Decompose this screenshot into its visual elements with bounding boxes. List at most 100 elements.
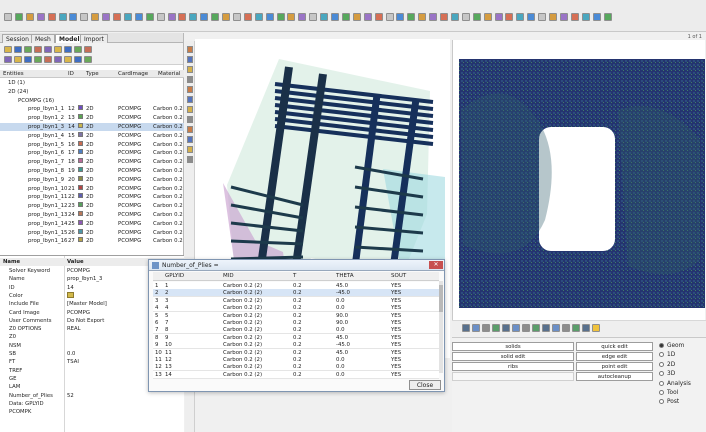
ply-scrollbar[interactable] [439, 281, 443, 373]
toolbar-icon-47[interactable] [505, 13, 514, 21]
toolbar-icon-1[interactable] [4, 13, 12, 21]
toolbar-icon-42[interactable] [450, 13, 459, 21]
toolbar-icon-19[interactable] [200, 13, 209, 21]
toolbar-icon-25[interactable] [265, 13, 274, 21]
toolbar-icon-51[interactable] [549, 13, 557, 21]
ribs-button[interactable]: ribs [452, 362, 574, 371]
left-tool-icon-12[interactable] [24, 56, 32, 63]
radio-analysis[interactable]: Analysis [659, 380, 691, 387]
entity-row[interactable]: prop_lbyn1_7 18 2D PCOMPG Carbon 0.2 [0, 158, 184, 166]
toolbar-icon-10[interactable] [102, 13, 111, 21]
toolbar-icon-26[interactable] [276, 13, 285, 21]
entity-row[interactable]: prop_lbyn1_10 21 2D PCOMPG Carbon 0.2 [0, 184, 184, 193]
radio-3d[interactable]: 3D [659, 371, 675, 377]
toolbar-icon-43[interactable] [461, 13, 470, 21]
property-row[interactable]: Data: GPLYID [0, 400, 184, 408]
toolbar-icon-54[interactable] [581, 13, 590, 21]
display-tool-icon-12[interactable] [572, 324, 580, 332]
toolbar-icon-27[interactable] [287, 13, 296, 21]
toolbar-icon-37[interactable] [396, 13, 405, 21]
entity-row[interactable]: prop_lbyn1_6 17 2D PCOMPG Carbon 0.2 [0, 149, 184, 157]
toolbar-icon-49[interactable] [527, 13, 536, 21]
entity-row[interactable]: 2D (24) [0, 88, 184, 96]
entity-row[interactable]: PCOMPG (16) [0, 97, 184, 105]
left-tool-icon-9[interactable] [84, 46, 92, 53]
toolbar-icon-30[interactable] [320, 13, 329, 21]
toolbar-icon-34[interactable] [363, 13, 372, 21]
entity-row[interactable]: prop_lbyn1_2 13 2D PCOMPG Carbon 0.2 [0, 114, 184, 122]
toolbar-icon-44[interactable] [472, 13, 481, 21]
toolbar-icon-2[interactable] [14, 13, 23, 21]
left-tool-icon-13[interactable] [34, 56, 42, 63]
toolbar-icon-29[interactable] [309, 13, 318, 21]
strip-icon-10[interactable] [187, 136, 193, 143]
tab-mesh[interactable]: Mesh [31, 34, 55, 43]
toolbar-icon-33[interactable] [352, 13, 361, 21]
display-tool-icon-2[interactable] [472, 324, 480, 332]
entity-row[interactable]: prop_lbyn1_12 23 2D PCOMPG Carbon 0.2 [0, 202, 184, 210]
radio-tool[interactable]: Tool [659, 390, 678, 396]
toolbar-icon-46[interactable] [494, 13, 503, 21]
toolbar-icon-39[interactable] [418, 13, 427, 21]
radio-post[interactable]: Post [659, 399, 679, 405]
entity-row[interactable]: prop_lbyn1_15 26 2D PCOMPG Carbon 0.2 [0, 228, 184, 237]
toolbar-icon-40[interactable] [429, 13, 438, 21]
toolbar-icon-8[interactable] [80, 13, 89, 21]
display-tool-icon-6[interactable] [512, 324, 520, 332]
toolbar-icon-7[interactable] [69, 13, 78, 21]
entity-row[interactable]: prop_lbyn1_9 20 2D PCOMPG Carbon 0.2 [0, 175, 184, 184]
display-tool-icon-14[interactable] [592, 324, 600, 332]
toolbar-icon-11[interactable] [113, 13, 121, 21]
toolbar-icon-4[interactable] [36, 13, 45, 21]
left-tool-icon-2[interactable] [14, 46, 22, 53]
toolbar-icon-31[interactable] [331, 13, 339, 21]
toolbar-icon-5[interactable] [47, 13, 56, 21]
tab-import[interactable]: Import [80, 34, 108, 43]
toolbar-icon-3[interactable] [25, 13, 34, 21]
toolbar-icon-6[interactable] [58, 13, 67, 21]
left-tool-icon-6[interactable] [54, 46, 62, 53]
left-tool-icon-15[interactable] [54, 56, 62, 63]
toolbar-icon-21[interactable] [222, 13, 230, 21]
display-tool-icon-3[interactable] [482, 324, 490, 332]
solid-edit-button[interactable]: solid edit [452, 352, 574, 361]
toolbar-icon-32[interactable] [341, 13, 350, 21]
display-tool-icon-1[interactable] [462, 324, 470, 332]
quick-edit-button[interactable]: quick edit [576, 342, 653, 351]
edge-edit-button[interactable]: edge edit [576, 352, 653, 361]
strip-icon-1[interactable] [187, 46, 193, 53]
radio-1d[interactable]: 1D [659, 352, 675, 358]
toolbar-icon-52[interactable] [559, 13, 568, 21]
entity-row[interactable]: prop_lbyn1_3 14 2D PCOMPG Carbon 0.2 [0, 123, 184, 131]
entity-row[interactable]: prop_lbyn1_1 12 2D PCOMPG Carbon 0.2 [0, 105, 184, 113]
dialog-close-icon[interactable]: ✕ [429, 261, 443, 269]
toolbar-icon-50[interactable] [538, 13, 547, 21]
toolbar-icon-12[interactable] [123, 13, 132, 21]
toolbar-icon-17[interactable] [178, 13, 187, 21]
strip-icon-9[interactable] [187, 126, 193, 133]
left-tool-icon-3[interactable] [24, 46, 32, 53]
display-tool-icon-5[interactable] [502, 324, 510, 332]
entity-row[interactable]: prop_lbyn1_5 16 2D PCOMPG Carbon 0.2 [0, 140, 184, 149]
tab-session[interactable]: Session [2, 34, 33, 43]
toolbar-icon-14[interactable] [145, 13, 154, 21]
toolbar-icon-55[interactable] [592, 13, 601, 21]
toolbar-icon-35[interactable] [374, 13, 383, 21]
entity-row[interactable]: prop_lbyn1_13 24 2D PCOMPG Carbon 0.2 [0, 211, 184, 219]
point-edit-button[interactable]: point edit [576, 362, 653, 371]
toolbar-icon-56[interactable] [603, 13, 612, 21]
radio-2d[interactable]: 2D [659, 361, 675, 368]
display-tool-icon-8[interactable] [532, 324, 540, 332]
display-tool-icon-11[interactable] [562, 324, 570, 332]
toolbar-icon-28[interactable] [298, 13, 307, 21]
strip-icon-4[interactable] [187, 76, 193, 83]
left-tool-icon-1[interactable] [4, 46, 12, 53]
toolbar-icon-45[interactable] [483, 13, 492, 21]
autocleanup-button[interactable]: autocleanup [576, 372, 653, 381]
strip-icon-2[interactable] [187, 56, 193, 63]
left-tool-icon-16[interactable] [64, 56, 72, 63]
toolbar-icon-9[interactable] [91, 13, 100, 21]
entity-row[interactable]: prop_lbyn1_8 19 2D PCOMPG Carbon 0.2 [0, 167, 184, 175]
display-tool-icon-13[interactable] [582, 324, 590, 332]
property-row[interactable]: Number_of_Plies 52 [0, 392, 184, 400]
